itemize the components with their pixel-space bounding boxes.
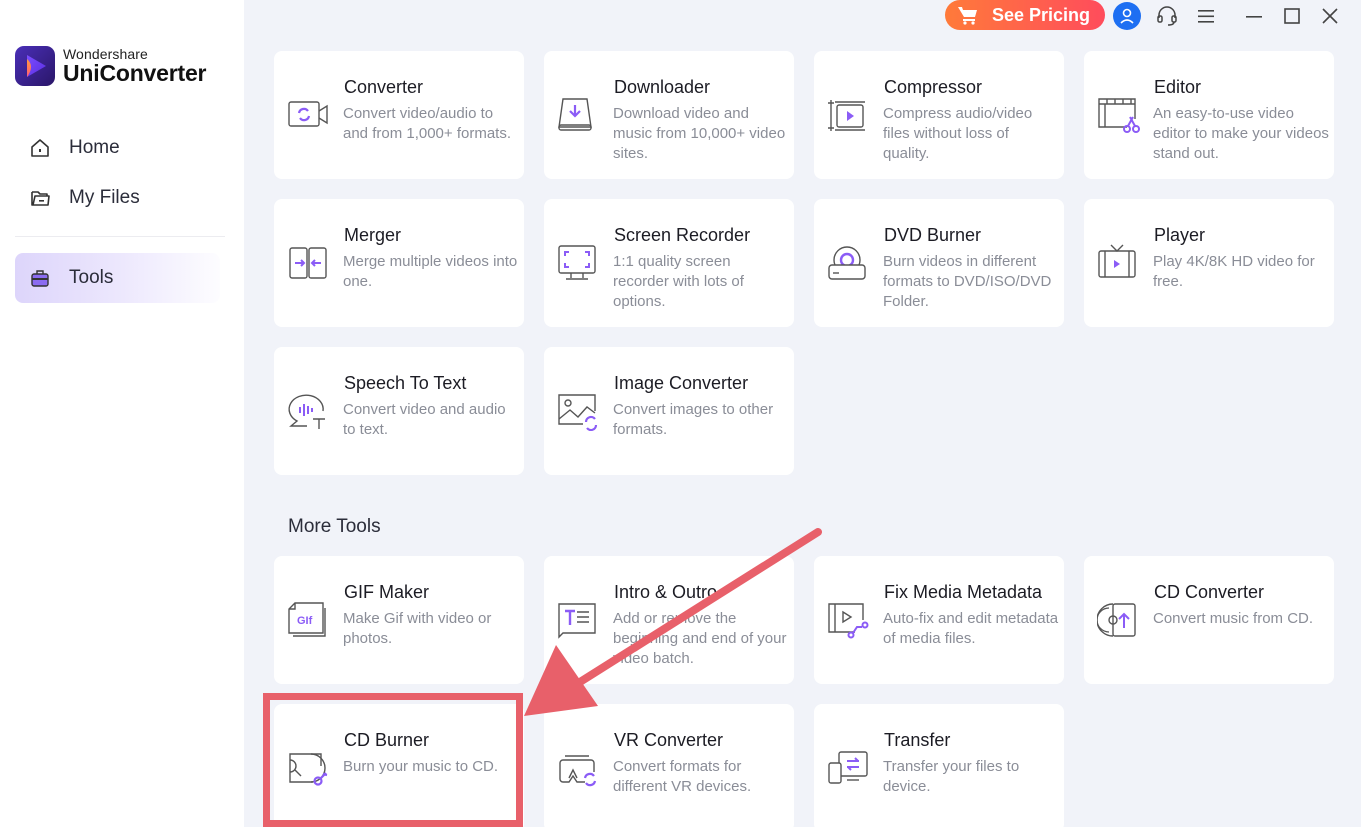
tool-title: Screen Recorder: [614, 225, 751, 245]
tool-card-transfer[interactable]: Transfer Transfer your files to device.: [814, 704, 1064, 827]
close-icon[interactable]: [1316, 2, 1344, 30]
tool-title: Fix Media Metadata: [884, 582, 1043, 602]
see-pricing-label: See Pricing: [992, 4, 1091, 25]
tool-title: Transfer: [884, 730, 951, 750]
tool-title: CD Converter: [1154, 582, 1265, 602]
tool-title: Speech To Text: [344, 373, 467, 393]
tool-description: An easy-to-use video editor to make your…: [1153, 105, 1329, 162]
folder-icon: [28, 186, 52, 210]
user-avatar-icon[interactable]: [1113, 2, 1141, 30]
headset-icon[interactable]: [1153, 2, 1181, 30]
sidebar-divider: [15, 236, 225, 237]
svg-text:GIf: GIf: [297, 615, 313, 627]
uniconverter-logo-icon: [15, 46, 55, 86]
tool-description: Play 4K/8K HD video for free.: [1153, 253, 1315, 290]
tool-card-merger[interactable]: Merger Merge multiple videos into one.: [274, 199, 524, 327]
gif-maker-icon: GIf: [287, 600, 331, 640]
minimize-icon[interactable]: [1240, 2, 1268, 30]
compressor-icon: [827, 95, 871, 135]
tool-title: Intro & Outro: [614, 582, 718, 602]
tool-description: Auto-fix and edit metadata of media file…: [883, 610, 1059, 647]
tool-card-fix-media-metadata[interactable]: Fix Media Metadata Auto-fix and edit met…: [814, 556, 1064, 684]
tool-card-editor[interactable]: Editor An easy-to-use video editor to ma…: [1084, 51, 1334, 179]
dvd-burner-icon: [827, 243, 871, 283]
tool-description: Convert formats for different VR devices…: [613, 758, 752, 795]
sidebar-item-home[interactable]: Home: [15, 123, 220, 173]
image-converter-icon: [557, 391, 601, 432]
menu-icon[interactable]: [1192, 2, 1220, 30]
cart-icon: [957, 4, 979, 26]
tool-card-downloader[interactable]: Downloader Download video and music from…: [544, 51, 794, 179]
tool-card-screen-recorder[interactable]: Screen Recorder 1:1 quality screen recor…: [544, 199, 794, 327]
merger-icon: [287, 243, 331, 283]
downloader-icon: [557, 95, 601, 135]
more-tools-heading: More Tools: [288, 516, 381, 537]
tool-description: Transfer your files to device.: [883, 758, 1020, 795]
metadata-icon: [827, 600, 871, 640]
sidebar-item-my-files[interactable]: My Files: [15, 173, 220, 223]
tool-title: DVD Burner: [884, 225, 982, 245]
tool-description: Download video and music from 10,000+ vi…: [613, 105, 786, 162]
player-icon: [1097, 243, 1141, 283]
tool-description: Burn your music to CD.: [343, 758, 499, 775]
tool-description: Merge multiple videos into one.: [343, 253, 518, 290]
tool-description: Convert video and audio to text.: [343, 401, 506, 438]
tool-description: Burn videos in different formats to DVD/…: [883, 253, 1052, 310]
tool-card-vr-converter[interactable]: VR Converter Convert formats for differe…: [544, 704, 794, 827]
tool-title: Player: [1154, 225, 1206, 245]
tool-card-gif-maker[interactable]: GIf GIF Maker Make Gif with video or pho…: [274, 556, 524, 684]
brand-name: Wondershare: [63, 46, 148, 62]
tool-title: Downloader: [614, 77, 711, 97]
tool-title: VR Converter: [614, 730, 724, 750]
maximize-icon[interactable]: [1278, 2, 1306, 30]
converter-icon: [287, 95, 331, 135]
tool-card-intro-outro[interactable]: Intro & Outro Add or remove the beginnin…: [544, 556, 794, 684]
tool-description: Compress audio/video files without loss …: [883, 105, 1033, 162]
tool-card-cd-burner[interactable]: CD Burner Burn your music to CD.: [274, 704, 524, 827]
sidebar-item-tools[interactable]: Tools: [15, 253, 220, 303]
tool-description: 1:1 quality screen recorder with lots of…: [613, 253, 744, 310]
editor-icon: [1097, 95, 1141, 135]
sidebar: Wondershare UniConverter Home My Files T…: [0, 0, 244, 827]
see-pricing-button[interactable]: See Pricing: [945, 0, 1105, 30]
tool-card-image-converter[interactable]: Image Converter Convert images to other …: [544, 347, 794, 475]
screen-recorder-icon: [557, 243, 601, 283]
intro-outro-icon: [557, 600, 601, 640]
sidebar-item-label: My Files: [69, 187, 140, 208]
tool-title: GIF Maker: [344, 582, 430, 602]
tool-card-converter[interactable]: Converter Convert video/audio to and fro…: [274, 51, 524, 179]
tool-title: CD Burner: [344, 730, 430, 750]
home-icon: [28, 136, 52, 160]
tool-title: Editor: [1154, 77, 1202, 97]
tool-card-cd-converter[interactable]: CD Converter Convert music from CD.: [1084, 556, 1334, 684]
product-name: UniConverter: [63, 60, 207, 86]
tool-description: Convert music from CD.: [1153, 610, 1314, 627]
sidebar-item-label: Home: [69, 137, 120, 158]
cd-converter-icon: [1096, 600, 1141, 640]
speech-to-text-icon: [287, 391, 331, 431]
tool-title: Converter: [344, 77, 424, 97]
tool-description: Convert video/audio to and from 1,000+ f…: [343, 105, 512, 142]
sidebar-item-label: Tools: [69, 267, 114, 288]
cd-burner-icon: [287, 748, 331, 788]
app-window: Wondershare UniConverter Home My Files T…: [0, 0, 1361, 827]
tool-description: Make Gif with video or photos.: [343, 610, 492, 647]
app-logo: Wondershare UniConverter: [15, 46, 206, 86]
vr-converter-icon: [557, 748, 601, 788]
tool-card-compressor[interactable]: Compressor Compress audio/video files wi…: [814, 51, 1064, 179]
tool-title: Merger: [344, 225, 402, 245]
tool-description: Add or remove the beginning and end of y…: [613, 610, 787, 667]
tool-title: Image Converter: [614, 373, 749, 393]
tool-description: Convert images to other formats.: [613, 401, 774, 438]
tool-card-speech-to-text[interactable]: Speech To Text Convert video and audio t…: [274, 347, 524, 475]
tool-card-player[interactable]: Player Play 4K/8K HD video for free.: [1084, 199, 1334, 327]
tool-title: Compressor: [884, 77, 983, 97]
transfer-icon: [827, 748, 871, 788]
tool-card-dvd-burner[interactable]: DVD Burner Burn videos in different form…: [814, 199, 1064, 327]
toolbox-icon: [28, 266, 52, 290]
